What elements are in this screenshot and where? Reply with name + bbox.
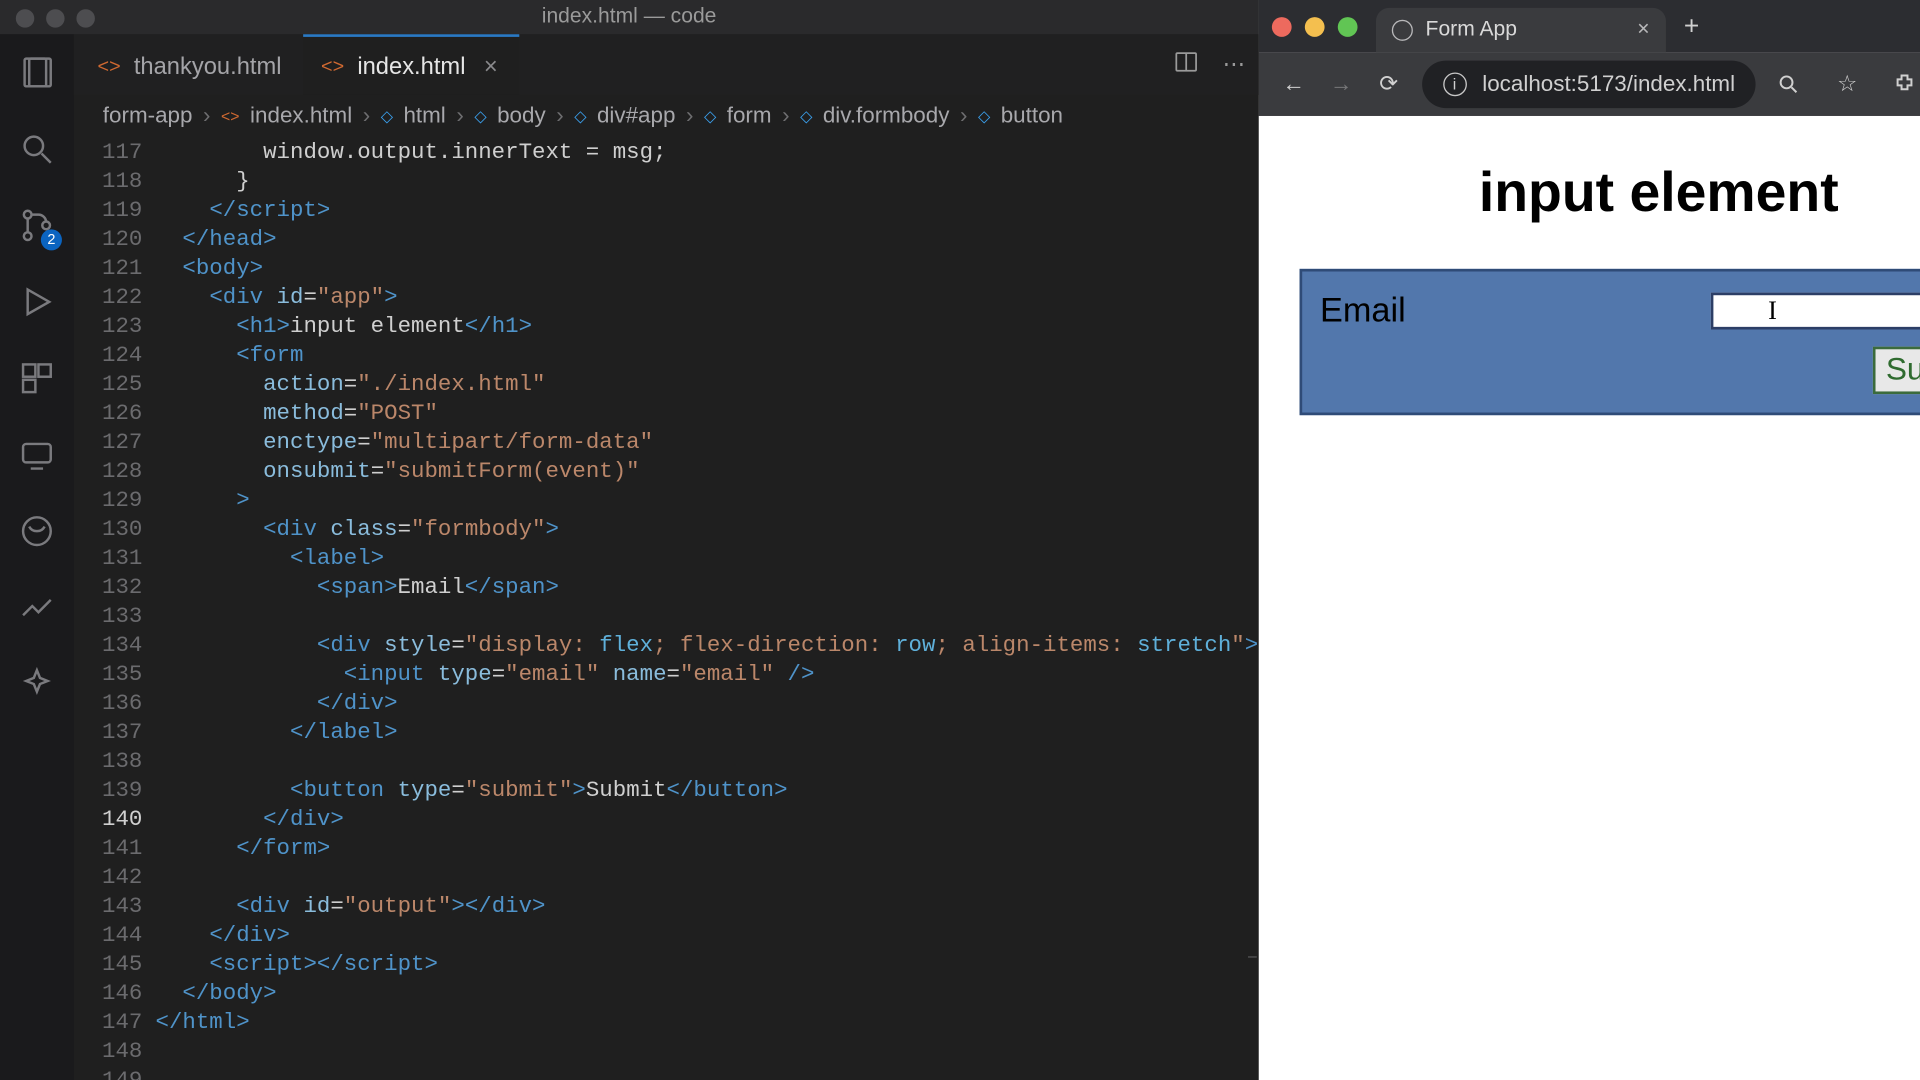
tag-icon: ◇ <box>474 107 486 125</box>
tag-icon: ◇ <box>800 107 812 125</box>
crumb[interactable]: button <box>1001 103 1063 129</box>
close-icon[interactable]: × <box>1637 18 1649 42</box>
editor-title: index.html — code <box>542 5 717 29</box>
new-tab-icon[interactable]: + <box>1665 11 1717 41</box>
editor-tabs: <> thankyou.html <> index.html × ⋯ <box>74 34 1258 95</box>
extensions-icon[interactable] <box>1891 70 1920 99</box>
page-heading: input element <box>1479 161 1839 224</box>
html-file-icon: <> <box>98 55 121 77</box>
remote-icon[interactable] <box>17 435 57 475</box>
forward-icon: → <box>1327 70 1356 99</box>
tab-thankyou[interactable]: <> thankyou.html <box>79 34 303 95</box>
close-icon[interactable]: × <box>484 52 498 80</box>
editor-titlebar: index.html — code <box>0 0 1258 34</box>
tab-label: thankyou.html <box>134 52 282 80</box>
more-icon[interactable]: ⋯ <box>1223 51 1245 77</box>
browser-window: Form App × + ▾ ← → ⟳ i localhost:5173/in… <box>1258 0 1920 1080</box>
address-bar[interactable]: i localhost:5173/index.html <box>1422 61 1757 108</box>
explorer-icon[interactable] <box>17 53 57 93</box>
breadcrumbs[interactable]: form-app› <>index.html› ◇html› ◇body› ◇d… <box>74 95 1258 137</box>
extensions-icon[interactable] <box>17 358 57 398</box>
code-editor[interactable]: 1171181191201211221231241251261271281291… <box>74 137 1258 1080</box>
live-icon[interactable] <box>17 511 57 551</box>
browser-tab[interactable]: Form App × <box>1375 8 1665 53</box>
crumb[interactable]: div.formbody <box>823 103 950 129</box>
form-body: Email I Submit <box>1299 269 1920 415</box>
tag-icon: ◇ <box>704 107 716 125</box>
split-editor-icon[interactable] <box>1173 48 1199 81</box>
scm-badge: 2 <box>41 229 62 250</box>
crumb[interactable]: body <box>497 103 546 129</box>
code-lines[interactable]: window.output.innerText = msg; } </scrip… <box>156 137 1259 1080</box>
site-info-icon[interactable]: i <box>1443 72 1467 96</box>
sash-icon[interactable]: – <box>1248 946 1257 964</box>
close-dot-icon[interactable] <box>16 9 34 27</box>
reload-icon[interactable]: ⟳ <box>1374 70 1403 99</box>
html-file-icon: <> <box>321 55 344 77</box>
submit-button[interactable]: Submit <box>1873 347 1920 394</box>
browser-tabstrip: Form App × + ▾ <box>1258 0 1920 53</box>
run-debug-icon[interactable] <box>17 282 57 322</box>
tab-label: index.html <box>357 52 465 80</box>
page-viewport: input element Email I Submit <box>1258 116 1920 1080</box>
source-control-icon[interactable]: 2 <box>17 206 57 246</box>
email-label: Email <box>1320 290 1406 331</box>
back-icon[interactable]: ← <box>1279 70 1308 99</box>
globe-icon <box>1391 20 1412 41</box>
email-field[interactable] <box>1710 292 1920 329</box>
html-file-icon: <> <box>221 107 239 125</box>
zoom-dot-icon[interactable] <box>1337 16 1357 36</box>
browser-toolbar: ← → ⟳ i localhost:5173/index.html ☆ ⋮ <box>1258 53 1920 116</box>
close-dot-icon[interactable] <box>1271 16 1291 36</box>
url-text: localhost:5173/index.html <box>1482 71 1735 97</box>
crumb[interactable]: index.html <box>250 103 352 129</box>
chart-icon[interactable] <box>17 588 57 628</box>
tag-icon: ◇ <box>381 107 393 125</box>
sparkle-icon[interactable] <box>17 664 57 704</box>
traffic-lights[interactable] <box>16 9 95 27</box>
search-icon[interactable] <box>17 129 57 169</box>
tag-icon: ◇ <box>978 107 990 125</box>
line-gutter: 1171181191201211221231241251261271281291… <box>74 137 156 1080</box>
bookmark-icon[interactable]: ☆ <box>1833 70 1862 99</box>
zoom-dot-icon[interactable] <box>76 9 94 27</box>
browser-tab-title: Form App <box>1426 18 1517 42</box>
traffic-lights[interactable] <box>1271 0 1375 53</box>
activity-bar: 2 <box>0 34 74 1080</box>
crumb[interactable]: form <box>727 103 772 129</box>
crumb[interactable]: html <box>403 103 445 129</box>
minimize-dot-icon[interactable] <box>46 9 64 27</box>
text-cursor-icon: I <box>1768 296 1777 326</box>
zoom-icon[interactable] <box>1775 70 1804 99</box>
crumb[interactable]: div#app <box>597 103 676 129</box>
editor-window: index.html — code 2 <> thankyou.html <> in… <box>0 0 1258 1080</box>
tag-icon: ◇ <box>574 107 586 125</box>
minimize-dot-icon[interactable] <box>1304 16 1324 36</box>
tab-index[interactable]: <> index.html × <box>303 34 519 95</box>
crumb[interactable]: form-app <box>103 103 193 129</box>
